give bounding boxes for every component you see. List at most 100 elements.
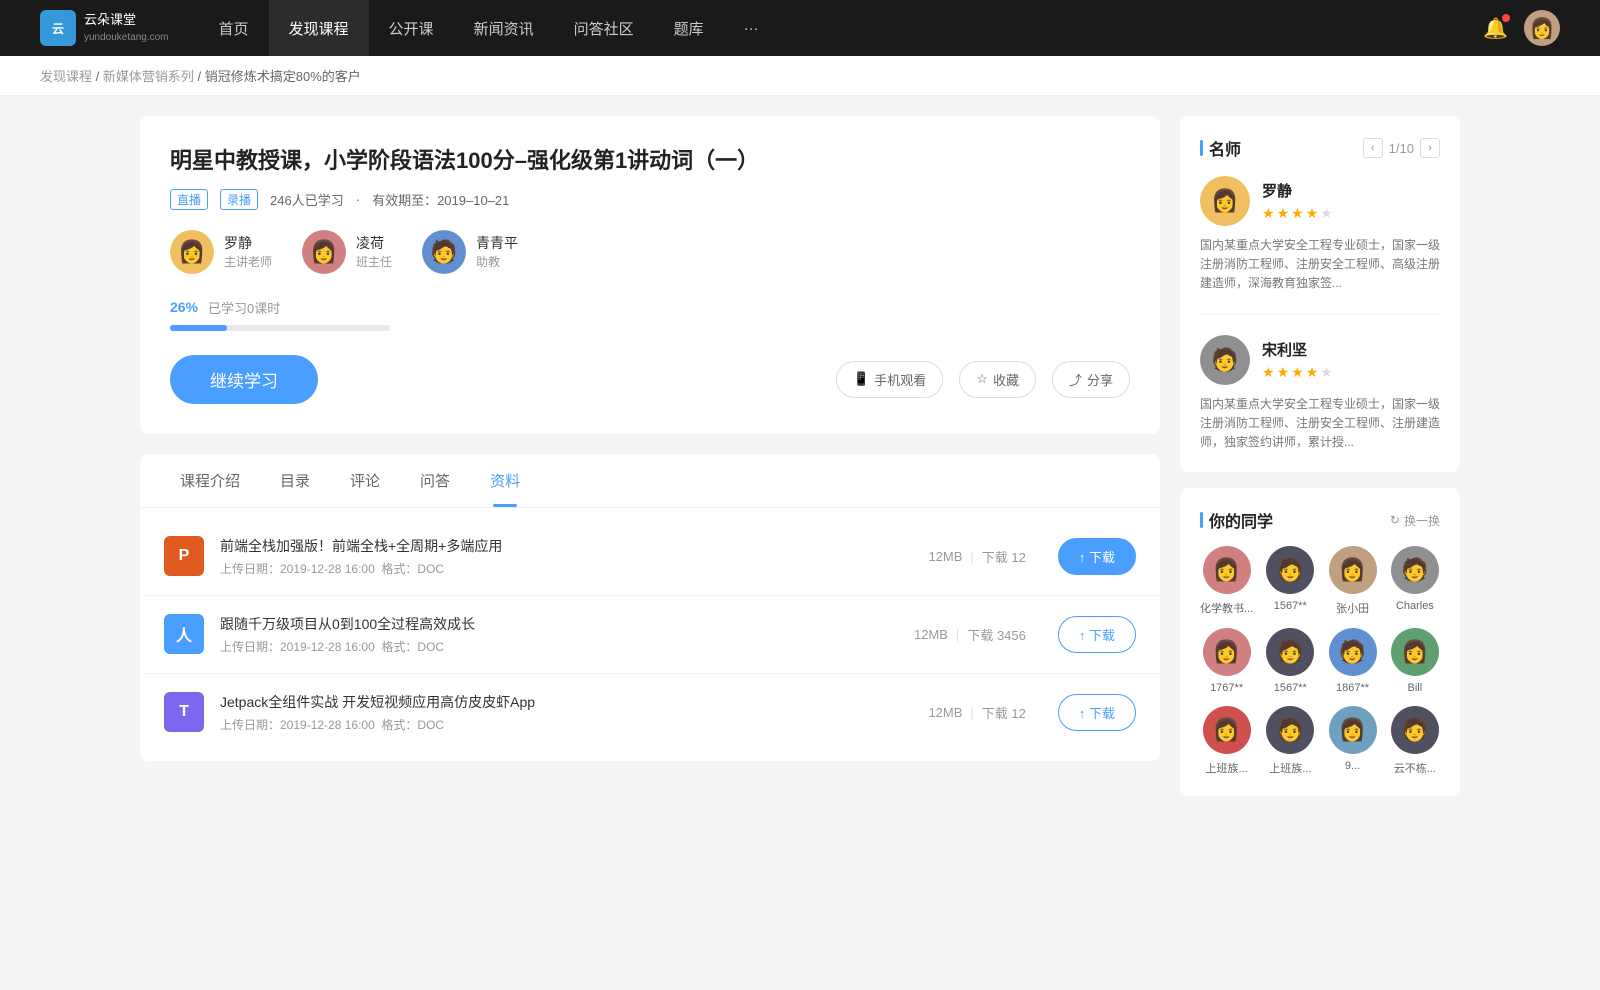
course-title: 明星中教授课，小学阶段语法100分–强化级第1讲动词（一） [170, 146, 1130, 177]
resource-divider: | [970, 705, 973, 720]
refresh-button[interactable]: ↻ 换一换 [1390, 512, 1440, 529]
tab-评论[interactable]: 评论 [330, 454, 400, 507]
resource-stats: 12MB | 下载 3456 [914, 625, 1026, 644]
classmate-item[interactable]: 🧑 1867** [1327, 628, 1377, 694]
collect-button[interactable]: ☆ 收藏 [959, 361, 1036, 398]
course-learners: 246人已学习 [270, 190, 344, 209]
tab-目录[interactable]: 目录 [260, 454, 330, 507]
nav-item-公开课[interactable]: 公开课 [369, 0, 454, 56]
classmate-name: 化学教书... [1200, 600, 1253, 616]
share-label: 分享 [1087, 370, 1113, 389]
classmate-avatar: 🧑 [1391, 706, 1439, 754]
star: ★ [1277, 364, 1290, 381]
resource-size: 12MB [928, 705, 962, 720]
classmate-item[interactable]: 🧑 上班族... [1265, 706, 1315, 776]
classmate-item[interactable]: 🧑 1567** [1265, 546, 1315, 616]
resource-size: 12MB [928, 549, 962, 564]
resource-downloads: 下载 12 [982, 703, 1026, 722]
teacher-info: 青青平 助教 [476, 233, 518, 270]
nav-item-问答社区[interactable]: 问答社区 [554, 0, 654, 56]
progress-label: 26% 已学习0课时 [170, 298, 1130, 317]
classmate-item[interactable]: 🧑 1567** [1265, 628, 1315, 694]
logo[interactable]: 云 云朵课堂yundouketang.com [40, 10, 169, 46]
classmate-item[interactable]: 🧑 云不栋... [1390, 706, 1440, 776]
resource-name: 跟随千万级项目从0到100全过程高效成长 [220, 614, 898, 634]
nav-item-新闻资讯[interactable]: 新闻资讯 [454, 0, 554, 56]
teacher-item: 👩 凌荷 班主任 [302, 230, 392, 274]
classmate-name: Bill [1408, 682, 1423, 694]
mobile-watch-button[interactable]: 📱 手机观看 [836, 361, 943, 398]
nav-right: 🔔 👩 [1483, 10, 1560, 46]
breadcrumb-link-2[interactable]: 新媒体营销系列 [103, 69, 194, 84]
classmate-item[interactable]: 🧑 Charles [1390, 546, 1440, 616]
tab-问答[interactable]: 问答 [400, 454, 470, 507]
star: ★ [1262, 205, 1275, 222]
classmate-item[interactable]: 👩 9... [1327, 706, 1377, 776]
nav-item-发现课程[interactable]: 发现课程 [269, 0, 369, 56]
resource-info: 前端全栈加强版！前端全栈+全周期+多端应用 上传日期：2019-12-28 16… [220, 536, 912, 577]
teacher-role: 助教 [476, 253, 518, 270]
right-sidebar: 名师 ‹ 1/10 › 👩 罗静 ★★★★★ 国内某重点大学安全工程专业硕士，国… [1180, 116, 1460, 796]
classmate-name: 上班族... [1206, 760, 1248, 776]
classmate-item[interactable]: 👩 1767** [1200, 628, 1253, 694]
action-buttons: 📱 手机观看 ☆ 收藏 ⤴ 分享 [836, 361, 1130, 398]
course-valid-until: 有效期至：2019–10–21 [372, 190, 509, 209]
user-avatar[interactable]: 👩 [1524, 10, 1560, 46]
teacher-card-desc: 国内某重点大学安全工程专业硕士，国家一级注册消防工程师、注册安全工程师、注册建造… [1200, 395, 1440, 453]
classmate-avatar: 👩 [1391, 628, 1439, 676]
share-button[interactable]: ⤴ 分享 [1052, 361, 1130, 398]
progress-bar-background [170, 325, 390, 331]
download-button[interactable]: ↑ 下载 [1058, 694, 1136, 731]
resources-list: P 前端全栈加强版！前端全栈+全周期+多端应用 上传日期：2019-12-28 … [140, 508, 1160, 761]
notification-bell[interactable]: 🔔 [1483, 16, 1508, 41]
teacher-info: 罗静 主讲老师 [224, 233, 272, 270]
teacher-card-name: 罗静 [1262, 180, 1333, 201]
classmate-avatar: 🧑 [1266, 706, 1314, 754]
sidebar-teacher-item: 🧑 宋利坚 ★★★★★ 国内某重点大学安全工程专业硕士，国家一级注册消防工程师、… [1200, 335, 1440, 453]
star: ★ [1262, 364, 1275, 381]
resource-icon: P [164, 536, 204, 576]
classmate-avatar: 🧑 [1391, 546, 1439, 594]
classmates-grid: 👩 化学教书... 🧑 1567** 👩 张小田 🧑 Charles 👩 176… [1200, 546, 1440, 776]
resource-item: 人 跟随千万级项目从0到100全过程高效成长 上传日期：2019-12-28 1… [140, 596, 1160, 674]
classmate-name: 张小田 [1336, 600, 1369, 616]
teacher-avatar: 👩 [170, 230, 214, 274]
nav-items: 首页发现课程公开课新闻资讯问答社区题库··· [199, 0, 1484, 56]
teacher-name: 凌荷 [356, 233, 392, 253]
resource-icon: T [164, 692, 204, 732]
progress-percent: 26% [170, 299, 198, 315]
breadcrumb: 发现课程 / 新媒体营销系列 / 销冠修炼术搞定80%的客户 [0, 56, 1600, 96]
prev-page-button[interactable]: ‹ [1363, 138, 1383, 158]
classmate-item[interactable]: 👩 Bill [1390, 628, 1440, 694]
resource-size: 12MB [914, 627, 948, 642]
refresh-label: 换一换 [1404, 512, 1440, 529]
breadcrumb-link-1[interactable]: 发现课程 [40, 69, 92, 84]
classmates-sidebar-card: 你的同学 ↻ 换一换 👩 化学教书... 🧑 1567** 👩 张小田 🧑 Ch… [1180, 488, 1460, 796]
classmate-item[interactable]: 👩 张小田 [1327, 546, 1377, 616]
classmate-name: 上班族... [1269, 760, 1311, 776]
teachers-row: 👩 罗静 主讲老师 👩 凌荷 班主任 🧑 青青平 助教 [170, 230, 1130, 274]
teacher-item: 🧑 青青平 助教 [422, 230, 518, 274]
star: ★ [1320, 205, 1333, 222]
classmate-item[interactable]: 👩 上班族... [1200, 706, 1253, 776]
tab-课程介绍[interactable]: 课程介绍 [160, 454, 260, 507]
download-button[interactable]: ↑ 下载 [1058, 616, 1136, 653]
nav-item-···[interactable]: ··· [724, 0, 779, 56]
nav-item-题库[interactable]: 题库 [654, 0, 724, 56]
download-button[interactable]: ↑ 下载 [1058, 538, 1136, 575]
refresh-icon: ↻ [1390, 513, 1400, 527]
tab-资料[interactable]: 资料 [470, 454, 540, 507]
mobile-icon: 📱 [853, 371, 869, 387]
progress-section: 26% 已学习0课时 [170, 298, 1130, 331]
nav-item-首页[interactable]: 首页 [199, 0, 269, 56]
classmate-name: 1567** [1274, 600, 1307, 612]
continue-learning-button[interactable]: 继续学习 [170, 355, 318, 404]
next-page-button[interactable]: › [1420, 138, 1440, 158]
resource-meta: 上传日期：2019-12-28 16:00 格式：DOC [220, 560, 912, 577]
progress-bar-fill [170, 325, 227, 331]
tabs-card: 课程介绍目录评论问答资料 P 前端全栈加强版！前端全栈+全周期+多端应用 上传日… [140, 454, 1160, 761]
resource-stats: 12MB | 下载 12 [928, 547, 1025, 566]
classmate-item[interactable]: 👩 化学教书... [1200, 546, 1253, 616]
main-layout: 明星中教授课，小学阶段语法100分–强化级第1讲动词（一） 直播 录播 246人… [100, 96, 1500, 816]
resource-meta: 上传日期：2019-12-28 16:00 格式：DOC [220, 638, 898, 655]
